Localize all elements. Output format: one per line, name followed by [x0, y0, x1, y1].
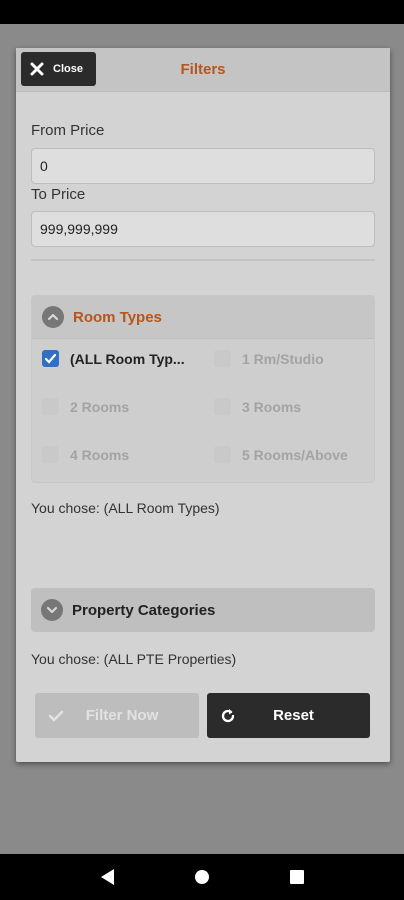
- room-types-section: Room Types (ALL Room Typ... 1 Rm/Studio …: [31, 295, 375, 483]
- room-option-5-rooms-above[interactable]: 5 Rooms/Above: [214, 446, 348, 463]
- recent-apps-icon[interactable]: [289, 870, 304, 884]
- room-types-header[interactable]: Room Types: [32, 296, 374, 339]
- filters-dialog: Close Filters From Price 0 To Price 999,…: [16, 48, 390, 762]
- checkbox[interactable]: [214, 350, 231, 367]
- room-option-4-rooms[interactable]: 4 Rooms: [42, 446, 129, 463]
- reset-button[interactable]: Reset: [207, 693, 370, 738]
- room-option-2-rooms[interactable]: 2 Rooms: [42, 398, 129, 415]
- room-types-title: Room Types: [73, 308, 162, 326]
- chevron-up-icon: [42, 306, 64, 328]
- checkbox[interactable]: [214, 446, 231, 463]
- filter-now-button[interactable]: Filter Now: [35, 693, 199, 738]
- checkbox-checked[interactable]: [42, 350, 59, 367]
- room-option-label: 4 Rooms: [70, 446, 130, 463]
- back-icon[interactable]: [100, 869, 114, 885]
- close-button[interactable]: Close: [21, 52, 96, 86]
- from-price-field[interactable]: 0: [31, 148, 375, 184]
- status-bar: [0, 0, 404, 24]
- property-categories-chosen-text: You chose: (ALL PTE Properties): [31, 651, 237, 667]
- chevron-down-icon: [41, 599, 63, 621]
- room-option-label: 2 Rooms: [70, 398, 130, 415]
- room-option-3-rooms[interactable]: 3 Rooms: [214, 398, 301, 415]
- divider: [31, 259, 375, 261]
- room-option-all[interactable]: (ALL Room Typ...: [42, 350, 185, 367]
- home-icon[interactable]: [194, 870, 209, 884]
- refresh-icon: [221, 708, 235, 722]
- room-option-1-rm-studio[interactable]: 1 Rm/Studio: [214, 350, 324, 367]
- check-icon: [48, 710, 64, 722]
- property-categories-title: Property Categories: [72, 601, 216, 619]
- from-price-label: From Price: [31, 122, 105, 139]
- close-label: Close: [53, 63, 83, 75]
- room-option-label: 1 Rm/Studio: [242, 350, 324, 367]
- to-price-field[interactable]: 999,999,999: [31, 211, 375, 247]
- system-navigation-bar: [0, 854, 404, 900]
- room-option-label: 3 Rooms: [242, 398, 302, 415]
- room-option-label: (ALL Room Typ...: [70, 350, 185, 367]
- checkbox[interactable]: [42, 446, 59, 463]
- checkbox[interactable]: [42, 398, 59, 415]
- close-icon: [30, 62, 44, 76]
- room-option-label: 5 Rooms/Above: [242, 446, 348, 463]
- filter-now-label: Filter Now: [85, 707, 159, 724]
- dialog-header: Close Filters: [16, 48, 390, 92]
- room-types-chosen-text: You chose: (ALL Room Types): [31, 500, 220, 516]
- checkbox[interactable]: [214, 398, 231, 415]
- property-categories-header[interactable]: Property Categories: [31, 588, 375, 632]
- to-price-label: To Price: [31, 186, 86, 203]
- reset-label: Reset: [273, 707, 314, 724]
